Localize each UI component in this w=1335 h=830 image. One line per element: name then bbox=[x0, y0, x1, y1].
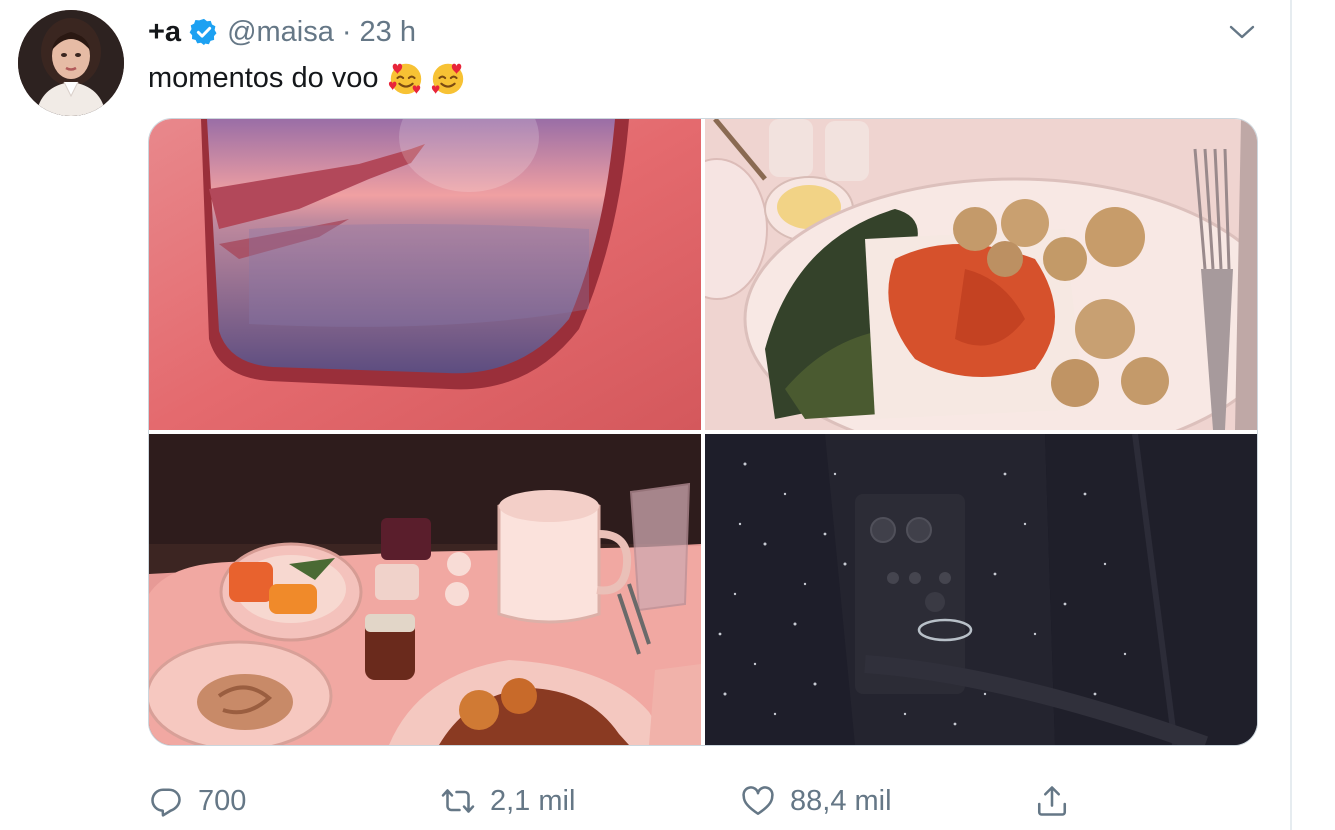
chevron-down-icon bbox=[1229, 25, 1255, 39]
tweet-header: +a @maisa · 23 h bbox=[148, 12, 416, 52]
share-button[interactable] bbox=[1034, 778, 1070, 824]
smiling-face-with-hearts-icon bbox=[431, 63, 463, 95]
retweet-count: 2,1 mil bbox=[490, 784, 576, 817]
breakfast-tray-photo[interactable] bbox=[149, 434, 701, 745]
reply-count: 700 bbox=[198, 784, 247, 817]
cabin-ceiling-photo[interactable] bbox=[705, 434, 1257, 745]
like-count: 88,4 mil bbox=[790, 784, 892, 817]
retweet-icon bbox=[441, 789, 475, 813]
more-options-button[interactable] bbox=[1226, 16, 1258, 48]
user-handle[interactable]: @maisa bbox=[227, 12, 334, 52]
emoji-group bbox=[387, 59, 467, 97]
airplane-window-photo[interactable] bbox=[149, 119, 701, 430]
tweet-body: momentos do voo bbox=[148, 62, 379, 94]
avatar-image bbox=[18, 10, 124, 116]
display-name[interactable]: +a bbox=[148, 12, 181, 52]
media-grid bbox=[148, 118, 1258, 746]
reply-icon bbox=[151, 788, 181, 817]
timeline-border bbox=[1290, 0, 1292, 830]
smiling-face-with-hearts-icon bbox=[388, 63, 421, 95]
tweet-page: +a @maisa · 23 h momentos do voo 700 2,1… bbox=[0, 0, 1335, 830]
verified-badge-icon bbox=[189, 17, 219, 47]
share-icon bbox=[1037, 786, 1067, 816]
avatar[interactable] bbox=[18, 10, 124, 116]
tweet-timestamp[interactable]: 23 h bbox=[360, 12, 416, 52]
like-button[interactable]: 88,4 mil bbox=[740, 778, 892, 824]
tweet-text: momentos do voo bbox=[148, 56, 467, 100]
reply-button[interactable]: 700 bbox=[148, 778, 246, 824]
retweet-button[interactable]: 2,1 mil bbox=[440, 778, 575, 824]
heart-icon bbox=[742, 786, 774, 816]
separator-dot: · bbox=[341, 16, 352, 48]
tweet-actions: 700 2,1 mil 88,4 mil bbox=[148, 778, 1258, 824]
meal-plate-photo[interactable] bbox=[705, 119, 1257, 430]
